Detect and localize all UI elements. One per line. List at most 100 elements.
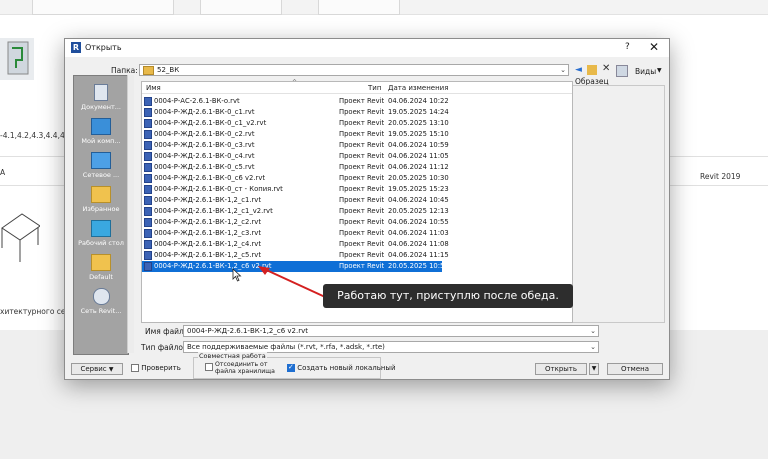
filetype-value: Все поддерживаемые файлы (*.rvt, *.rfa, … xyxy=(187,343,385,351)
file-row[interactable]: 0004-Р-ЖД-2.6.1-ВК-0_ст - Копия.rvt Проек… xyxy=(142,184,449,195)
file-date: 04.06.2024 11:15 xyxy=(388,251,449,259)
sidebar-item-desktop[interactable]: Рабочий стол xyxy=(74,220,128,247)
revit-file-icon xyxy=(144,130,152,139)
arrow-head xyxy=(258,266,270,275)
column-header-type[interactable]: Тип xyxy=(368,84,381,92)
sidebar-item-label: Рабочий стол xyxy=(78,239,124,247)
filename-input[interactable]: 0004-Р-ЖД-2.6.1-ВК-1,2_c6 v2.rvt ⌄ xyxy=(183,325,599,337)
file-row[interactable]: 0004-Р-ЖД-2.6.1-ВК-1,2_c1_v2.rvt Проект R… xyxy=(142,206,449,217)
delete-icon[interactable]: ✕ xyxy=(602,63,610,74)
file-date: 19.05.2025 15:23 xyxy=(388,185,449,193)
sidebar-item-label: Избранное xyxy=(82,205,120,213)
revit-file-icon xyxy=(144,152,152,161)
file-date: 19.05.2025 14:24 xyxy=(388,108,449,116)
sidebar-item-default[interactable]: Default xyxy=(74,254,128,281)
file-name: 0004-Р-ЖД-2.6.1-ВК-1,2_c3.rvt xyxy=(154,229,261,237)
create-local-checkbox[interactable]: Создать новый локальный xyxy=(287,363,396,372)
sidebar-item-computer[interactable]: Мой комп... xyxy=(74,118,128,145)
sidebar-item-network[interactable]: Сетевое ... xyxy=(74,152,128,179)
open-label: Открыть xyxy=(545,365,577,373)
file-date: 04.06.2024 10:59 xyxy=(388,141,449,149)
close-button[interactable]: ✕ xyxy=(649,40,659,54)
background-card xyxy=(200,0,282,15)
sidebar-item-favorites[interactable]: Избранное xyxy=(74,186,128,213)
file-name: 0004-Р-ЖД-2.6.1-ВК-0_c3.rvt xyxy=(154,141,255,149)
desktop-icon xyxy=(91,220,111,237)
sidebar-scrollbar[interactable] xyxy=(127,75,134,353)
file-row[interactable]: 0004-Р-ЖД-2.6.1-ВК-0_c5.rvt Проект Revit 0… xyxy=(142,162,449,173)
computer-icon xyxy=(91,118,111,135)
background-label: Revit 2019 xyxy=(700,172,741,181)
sidebar-item-documents[interactable]: Документ... xyxy=(74,84,128,111)
dialog-title: Открыть xyxy=(85,43,122,52)
create-local-label: Создать новый локальный xyxy=(297,364,396,372)
table-drawing-icon xyxy=(0,206,41,268)
file-date: 20.05.2025 13:10 xyxy=(388,119,449,127)
check-checkbox[interactable]: Проверить xyxy=(131,364,181,372)
file-date: 19.05.2025 15:10 xyxy=(388,130,449,138)
file-name: 0004-Р-ЖД-2.6.1-ВК-0_c6 v2.rvt xyxy=(154,174,266,182)
back-icon[interactable]: ◄ xyxy=(575,65,582,75)
help-button[interactable]: ? xyxy=(625,42,630,52)
file-type: Проект Revit xyxy=(339,196,385,204)
file-row[interactable]: 0004-Р-ЖД-2.6.1-ВК-1,2_c1.rvt Проект Revi… xyxy=(142,195,449,206)
file-type: Проект Revit xyxy=(339,97,385,105)
file-type: Проект Revit xyxy=(339,119,385,127)
file-date: 20.05.2025 12:13 xyxy=(388,207,449,215)
detach-label: Отсоединить от файла хранилища xyxy=(215,361,275,375)
file-row[interactable]: 0004-Р-ЖД-2.6.1-ВК-1,2_c3.rvt Проект Revi… xyxy=(142,228,449,239)
file-row[interactable]: 0004-Р-ЖД-2.6.1-ВК-0_c1.rvt Проект Revit 1… xyxy=(142,107,449,118)
file-date: 20.05.2025 10:53 xyxy=(388,262,449,270)
file-row[interactable]: 0004-Р-ЖД-2.6.1-ВК-1,2_c2.rvt Проект Revi… xyxy=(142,217,449,228)
worksharing-title: Совместная работа xyxy=(198,352,267,360)
file-date: 04.06.2024 10:45 xyxy=(388,196,449,204)
file-date: 04.06.2024 11:12 xyxy=(388,163,449,171)
views-menu[interactable]: Виды xyxy=(635,67,656,76)
file-name: 0004-Р-ЖД-2.6.1-ВК-0_c1_v2.rvt xyxy=(154,119,267,127)
cancel-button[interactable]: Отмена xyxy=(607,363,663,375)
file-row[interactable]: 0004-Р-ЖД-2.6.1-ВК-1,2_c5.rvt Проект Revi… xyxy=(142,250,449,261)
checkbox-box xyxy=(131,364,139,372)
revit-file-icon xyxy=(144,251,152,260)
filename-value: 0004-Р-ЖД-2.6.1-ВК-1,2_c6 v2.rvt xyxy=(187,327,309,335)
checkbox-box xyxy=(205,363,213,371)
file-row[interactable]: 0004-Р-ЖД-2.6.1-ВК-1,2_c4.rvt Проект Revi… xyxy=(142,239,449,250)
file-type: Проект Revit xyxy=(339,174,385,182)
file-row[interactable]: 0004-Р-ЖД-2.6.1-ВК-0_c3.rvt Проект Revit 0… xyxy=(142,140,449,151)
default-folder-icon xyxy=(91,254,111,271)
favorites-folder-icon xyxy=(91,186,111,203)
column-header-date[interactable]: Дата изменения xyxy=(388,84,448,92)
open-button[interactable]: Открыть xyxy=(535,363,587,375)
file-row[interactable]: 0004-Р-АС-2.6.1-ВК-о.rvt Проект Revit 04.0… xyxy=(142,96,449,107)
file-type: Проект Revit xyxy=(339,152,385,160)
sidebar-item-label: Документ... xyxy=(81,103,121,111)
file-type: Проект Revit xyxy=(339,240,385,248)
file-type: Проект Revit xyxy=(339,163,385,171)
checkbox-box xyxy=(287,363,295,372)
file-date: 04.06.2024 11:05 xyxy=(388,152,449,160)
file-date: 04.06.2024 11:08 xyxy=(388,240,449,248)
folder-dropdown[interactable]: 52_ВК ⌄ xyxy=(139,64,569,76)
up-folder-icon[interactable] xyxy=(587,65,597,75)
check-label: Проверить xyxy=(141,364,181,372)
file-name: 0004-Р-ЖД-2.6.1-ВК-0_ст - Копия.rvt xyxy=(154,185,283,193)
sort-indicator-icon: ^ xyxy=(292,79,298,86)
service-label: Сервис xyxy=(80,365,107,373)
chevron-down-icon: ⌄ xyxy=(590,343,596,351)
file-name: 0004-Р-ЖД-2.6.1-ВК-1,2_c4.rvt xyxy=(154,240,261,248)
open-options-dropdown[interactable]: ▼ xyxy=(589,363,599,375)
file-name: 0004-Р-ЖД-2.6.1-ВК-1,2_c1.rvt xyxy=(154,196,261,204)
chevron-down-icon[interactable]: ▼ xyxy=(657,67,662,74)
new-folder-icon[interactable] xyxy=(616,65,628,77)
header-divider xyxy=(142,93,572,94)
file-row[interactable]: 0004-Р-ЖД-2.6.1-ВК-0_c4.rvt Проект Revit 0… xyxy=(142,151,449,162)
file-row[interactable]: 0004-Р-ЖД-2.6.1-ВК-0_c6 v2.rvt Проект Rev… xyxy=(142,173,449,184)
file-type: Проект Revit xyxy=(339,262,385,270)
column-header-name[interactable]: Имя xyxy=(146,84,161,92)
sidebar-item-revit-network[interactable]: Сеть Revit... xyxy=(74,288,128,315)
folder-label: Папка: xyxy=(111,66,138,75)
service-button[interactable]: Сервис ▼ xyxy=(71,363,123,375)
file-row[interactable]: 0004-Р-ЖД-2.6.1-ВК-0_c2.rvt Проект Revit 1… xyxy=(142,129,449,140)
cancel-label: Отмена xyxy=(620,365,650,373)
file-row[interactable]: 0004-Р-ЖД-2.6.1-ВК-0_c1_v2.rvt Проект Rev… xyxy=(142,118,449,129)
